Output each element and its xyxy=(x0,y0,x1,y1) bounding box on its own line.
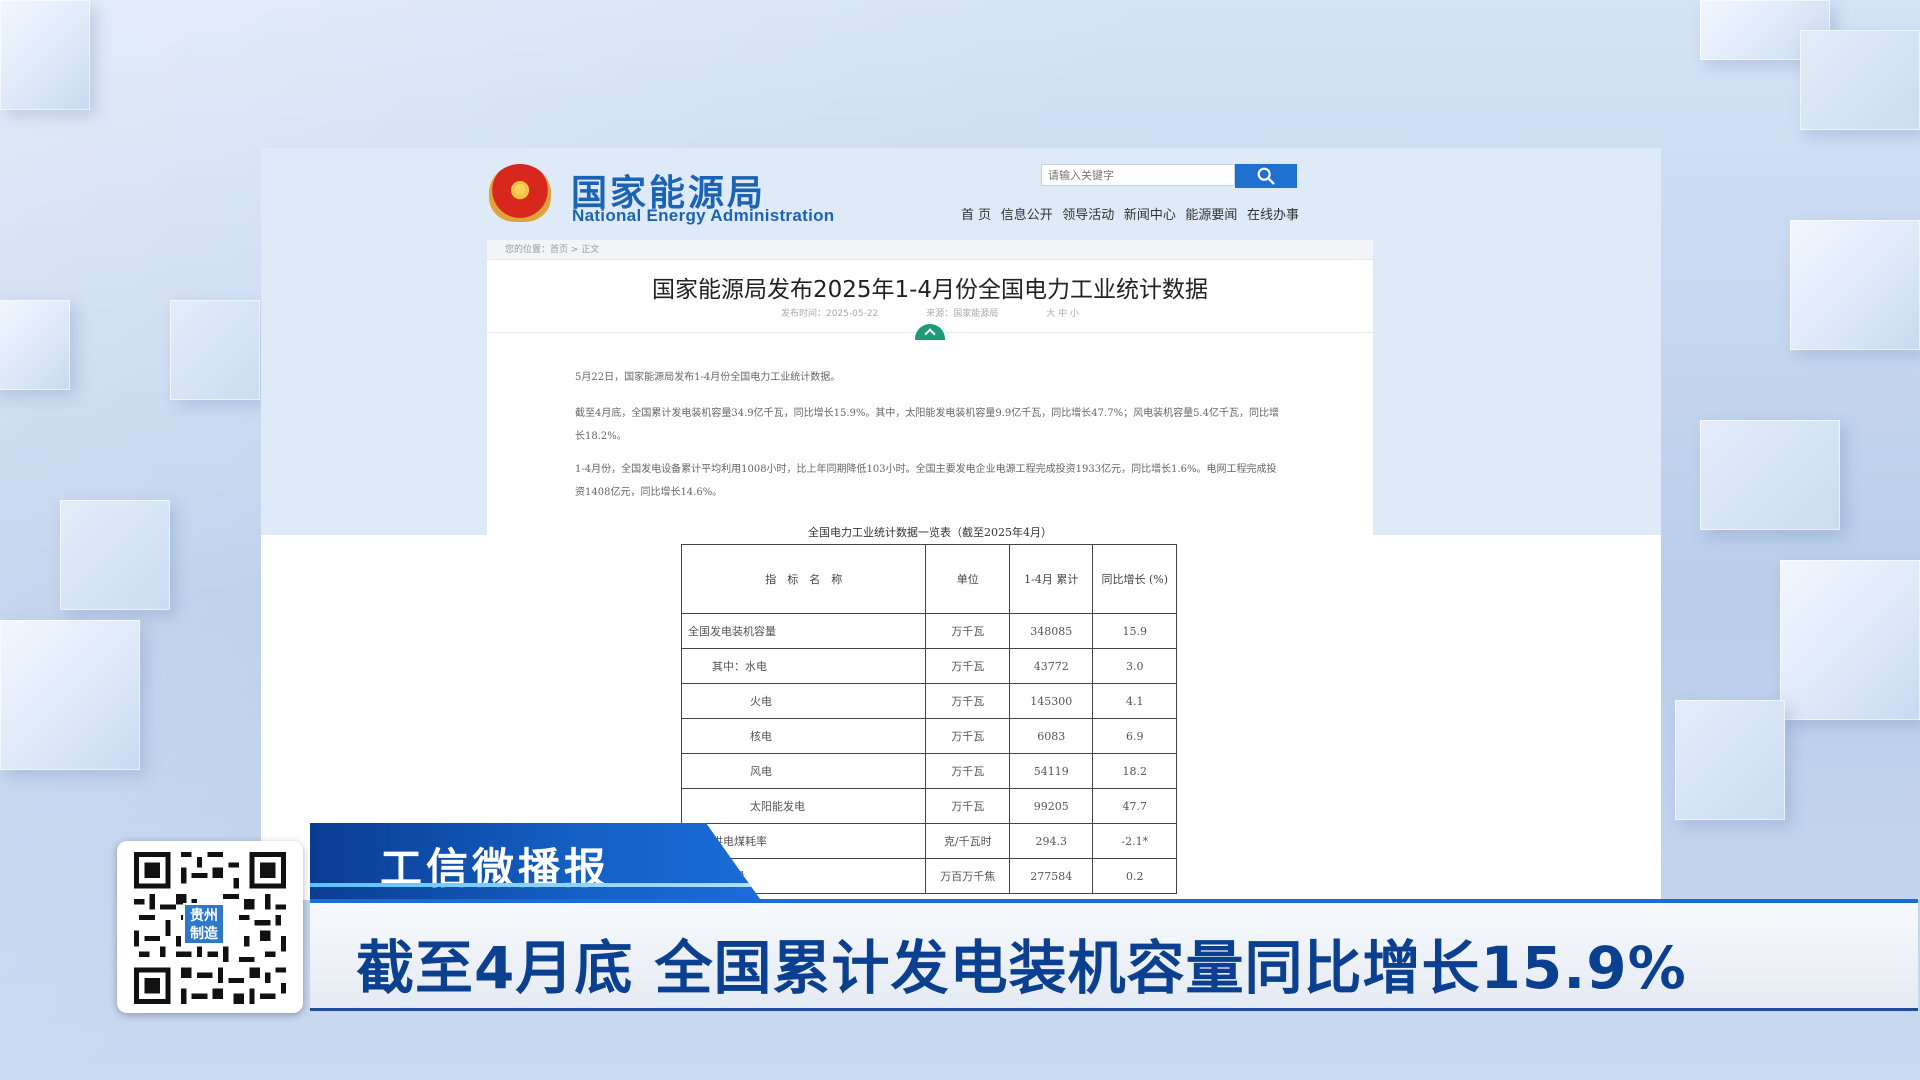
nav-item-news[interactable]: 新闻中心 xyxy=(1124,204,1176,223)
cell-growth: 0.2 xyxy=(1092,858,1177,894)
nav-item-online-service[interactable]: 在线办事 xyxy=(1247,204,1299,223)
cell-unit: 万千瓦 xyxy=(925,648,1010,684)
cell-name: 太阳能发电 xyxy=(680,788,927,824)
cell-name: 核电 xyxy=(680,718,927,754)
main-nav: 首 页 信息公开 领导活动 新闻中心 能源要闻 在线办事 xyxy=(961,204,1299,223)
breadcrumb[interactable]: 您的位置：首页 > 正文 xyxy=(487,240,1373,260)
cell-value: 99205 xyxy=(1008,788,1094,824)
table-row: 全国发电装机容量 万千瓦 348085 15.9 xyxy=(680,613,1177,649)
publish-date: 发布时间：2025-05-22 xyxy=(780,309,879,319)
font-size-switch[interactable]: 大 中 小 xyxy=(1046,306,1079,319)
cell-unit: 万千瓦 xyxy=(925,788,1010,824)
table-row: 火电 万千瓦 145300 4.1 xyxy=(680,683,1177,719)
webpage-screenshot: 国家能源局 National Energy Administration 首 页… xyxy=(261,148,1661,900)
org-name-en: National Energy Administration xyxy=(572,206,835,225)
article-paragraph: 1-4月份，全国发电设备累计平均利用1008小时，比上年同期降低103小时。全国… xyxy=(575,464,1277,498)
column-header-unit: 单位 xyxy=(925,544,1010,614)
nav-item-info[interactable]: 信息公开 xyxy=(1001,204,1053,223)
cell-value: 277584 xyxy=(1008,858,1094,894)
site-header: 国家能源局 National Energy Administration 首 页… xyxy=(261,148,1661,238)
cell-unit: 克/千瓦时 xyxy=(925,823,1010,859)
nav-item-home[interactable]: 首 页 xyxy=(961,204,991,223)
table-caption: 全国电力工业统计数据一览表（截至2025年4月） xyxy=(808,526,1052,539)
decor-cube xyxy=(1675,700,1785,820)
cell-value: 145300 xyxy=(1008,683,1094,719)
search-input[interactable] xyxy=(1041,164,1235,186)
decor-cube xyxy=(0,620,140,770)
decor-cube xyxy=(1780,560,1920,720)
news-headline: 截至4月底 全国累计发电装机容量同比增长15.9% xyxy=(356,934,1687,1002)
table-row: 供电煤耗率 克/千瓦时 294.3 -2.1* xyxy=(680,823,1177,859)
cell-growth: -2.1* xyxy=(1092,823,1177,859)
article: 您的位置：首页 > 正文 国家能源局发布2025年1-4月份全国电力工业统计数据… xyxy=(487,240,1373,900)
table-row: 其中：水电 万千瓦 43772 3.0 xyxy=(680,648,1177,684)
cell-growth: 3.0 xyxy=(1092,648,1177,684)
cell-unit: 万千瓦 xyxy=(925,753,1010,789)
article-title: 国家能源局发布2025年1-4月份全国电力工业统计数据 xyxy=(651,277,1209,303)
decor-cube xyxy=(0,300,70,390)
article-paragraph: 5月22日，国家能源局发布1-4月份全国电力工业统计数据。 xyxy=(575,372,841,383)
article-source: 来源：国家能源局 xyxy=(926,309,999,319)
decor-cube xyxy=(170,300,260,400)
decor-cube xyxy=(0,0,90,110)
decor-cube xyxy=(60,500,170,610)
cell-growth: 4.1 xyxy=(1092,683,1177,719)
column-header-name: 指 标 名 称 xyxy=(680,544,927,614)
table-row: 核电 万千瓦 6083 6.9 xyxy=(680,718,1177,754)
table-row: 太阳能发电 万千瓦 99205 47.7 xyxy=(680,788,1177,824)
qr-logo-badge: 贵州制造 xyxy=(183,903,225,945)
article-paragraph: 截至4月底，全国累计发电装机容量34.9亿千瓦，同比增长15.9%。其中，太阳能… xyxy=(575,408,1279,442)
headline-bar: 截至4月底 全国累计发电装机容量同比增长15.9% xyxy=(310,899,1918,1011)
statistics-table: 指 标 名 称 单位 1-4月 累计 同比增长 (%) 全国发电装机容量 万千瓦… xyxy=(680,544,1177,894)
search-icon xyxy=(1257,167,1275,185)
cell-value: 54119 xyxy=(1008,753,1094,789)
table-row: 风电 万千瓦 54119 18.2 xyxy=(680,753,1177,789)
national-emblem-icon xyxy=(489,164,551,222)
qr-code-card: 贵州制造 xyxy=(117,841,303,1013)
cell-name: 风电 xyxy=(680,753,927,789)
table-header-row: 指 标 名 称 单位 1-4月 累计 同比增长 (%) xyxy=(680,544,1177,614)
cell-name: 火电 xyxy=(680,683,927,719)
chevron-up-icon[interactable] xyxy=(915,324,945,340)
cell-growth: 18.2 xyxy=(1092,753,1177,789)
search-button[interactable] xyxy=(1235,164,1297,188)
column-header-growth: 同比增长 (%) xyxy=(1092,544,1177,614)
article-meta: 发布时间：2025-05-22 来源：国家能源局 大 中 小 xyxy=(487,306,1373,319)
cell-growth: 47.7 xyxy=(1092,788,1177,824)
cell-growth: 15.9 xyxy=(1092,613,1177,649)
cell-unit: 万千瓦 xyxy=(925,718,1010,754)
table-row: 发电量 万百万千焦 277584 0.2 xyxy=(680,858,1177,894)
decor-cube xyxy=(1700,420,1840,530)
nav-item-leaders[interactable]: 领导活动 xyxy=(1062,204,1114,223)
cell-value: 294.3 xyxy=(1008,823,1094,859)
cell-unit: 万千瓦 xyxy=(925,613,1010,649)
cell-unit: 万百万千焦 xyxy=(925,858,1010,894)
program-stripe xyxy=(310,883,760,887)
cell-value: 348085 xyxy=(1008,613,1094,649)
cell-value: 43772 xyxy=(1008,648,1094,684)
decor-cube xyxy=(1800,30,1920,130)
nav-item-energy-news[interactable]: 能源要闻 xyxy=(1185,204,1237,223)
column-header-value: 1-4月 累计 xyxy=(1008,544,1094,614)
decor-cube xyxy=(1790,220,1920,350)
cell-name: 其中：水电 xyxy=(680,648,927,684)
cell-value: 6083 xyxy=(1008,718,1094,754)
cell-growth: 6.9 xyxy=(1092,718,1177,754)
cell-name: 全国发电装机容量 xyxy=(680,613,927,649)
cell-unit: 万千瓦 xyxy=(925,683,1010,719)
program-tag: 工信微播报 xyxy=(310,823,760,899)
